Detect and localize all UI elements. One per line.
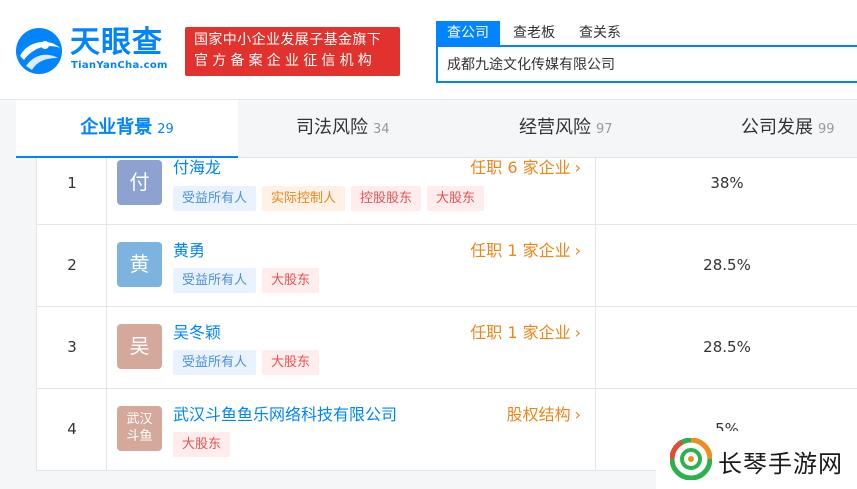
index-cell: 4 [37, 389, 107, 470]
logo-eye-icon [16, 28, 62, 74]
tag-major-shareholder: 大股东 [262, 268, 320, 293]
search-input[interactable] [438, 47, 857, 81]
share-percent: 28.5% [703, 338, 751, 356]
tag-beneficial-owner: 受益所有人 [173, 186, 257, 211]
tag-major-shareholder: 大股东 [427, 186, 485, 211]
holder-positions-link[interactable]: 任职 1 家企业 › [470, 237, 581, 261]
tab-operating-risk[interactable]: 经营风险 97 [519, 100, 613, 158]
row-index: 1 [67, 174, 77, 192]
tab-label: 企业背景 [80, 117, 153, 138]
avatar-line-1: 武汉 [126, 412, 153, 427]
search-tab-company[interactable]: 查公司 [436, 21, 500, 45]
share-percent: 28.5% [703, 256, 751, 274]
tab-company-development[interactable]: 公司发展 99 [741, 100, 835, 158]
holder-positions-link[interactable]: 任职 6 家企业 › [470, 154, 581, 178]
tab-judicial-risk[interactable]: 司法风险 34 [296, 100, 390, 158]
index-cell: 2 [37, 225, 107, 306]
chevron-right-icon: › [574, 241, 581, 260]
percent-cell: 28.5% [596, 307, 857, 388]
tab-count: 29 [157, 122, 174, 137]
main-tabs: 企业背景 29 司法风险 34 经营风险 97 公司发展 99 [16, 100, 857, 158]
tab-label: 司法风险 [296, 117, 368, 138]
search-box [436, 45, 857, 83]
holder-cell: 吴 吴冬颖 任职 1 家企业 › 受益所有人 大股东 [107, 307, 596, 388]
slogan-badge: 国家中小企业发展子基金旗下 官方备案企业征信机构 [185, 27, 400, 76]
tag-list: 受益所有人 大股东 [173, 350, 325, 375]
company-logo-avatar[interactable]: 武汉 斗鱼 [117, 406, 162, 451]
table-row: 1 付 付海龙 任职 6 家企业 › 受益所有人 实际控制人 控股股东 大股东 3… [37, 158, 857, 225]
avatar[interactable]: 黄 [117, 242, 162, 287]
tag-major-shareholder: 大股东 [173, 432, 231, 457]
link-label: 股权结构 [506, 405, 571, 424]
holder-name[interactable]: 吴冬颖 [173, 319, 221, 343]
tag-list: 大股东 [173, 432, 236, 457]
row-index: 4 [67, 420, 77, 438]
row-index: 3 [67, 338, 77, 356]
percent-cell: 38% [596, 158, 857, 224]
slogan-line-2: 官方备案企业征信机构 [194, 53, 376, 69]
holder-cell: 武汉 斗鱼 武汉斗鱼鱼乐网络科技有限公司 股权结构 › 大股东 [107, 389, 596, 470]
holder-cell: 付 付海龙 任职 6 家企业 › 受益所有人 实际控制人 控股股东 大股东 [107, 158, 596, 224]
logo-name: 天眼查 [70, 25, 163, 60]
index-cell: 3 [37, 307, 107, 388]
search-tab-relation[interactable]: 查关系 [568, 21, 632, 45]
watermark-logo-icon [670, 438, 712, 480]
share-percent: 38% [710, 174, 744, 192]
holder-positions-link[interactable]: 任职 1 家企业 › [470, 319, 581, 343]
tab-count: 97 [596, 122, 613, 137]
row-index: 2 [67, 256, 77, 274]
tag-list: 受益所有人 大股东 [173, 268, 325, 293]
tab-company-background[interactable]: 企业背景 29 [16, 100, 238, 158]
avatar[interactable]: 吴 [117, 324, 162, 369]
tag-actual-controller: 实际控制人 [262, 186, 346, 211]
search-tab-boss[interactable]: 查老板 [502, 21, 566, 45]
percent-cell: 28.5% [596, 225, 857, 306]
tab-label: 公司发展 [741, 117, 813, 138]
link-label: 任职 1 家企业 [470, 323, 571, 342]
index-cell: 1 [37, 158, 107, 224]
tag-major-shareholder: 大股东 [262, 350, 320, 375]
slogan-line-1: 国家中小企业发展子基金旗下 [194, 32, 382, 48]
chevron-right-icon: › [574, 405, 581, 424]
holder-cell: 黄 黄勇 任职 1 家企业 › 受益所有人 大股东 [107, 225, 596, 306]
tab-label: 经营风险 [519, 117, 591, 138]
tag-beneficial-owner: 受益所有人 [173, 350, 257, 375]
site-watermark: 长琴手游网 [656, 431, 857, 489]
watermark-text: 长琴手游网 [718, 450, 843, 478]
search-tabs: 查公司 查老板 查关系 [436, 21, 634, 45]
tag-list: 受益所有人 实际控制人 控股股东 大股东 [173, 186, 490, 211]
avatar-line-2: 斗鱼 [126, 429, 153, 444]
holder-name[interactable]: 武汉斗鱼鱼乐网络科技有限公司 [173, 401, 397, 425]
table-row: 3 吴 吴冬颖 任职 1 家企业 › 受益所有人 大股东 28.5% [37, 307, 857, 389]
chevron-right-icon: › [574, 323, 581, 342]
tag-beneficial-owner: 受益所有人 [173, 268, 257, 293]
equity-structure-link[interactable]: 股权结构 › [507, 401, 581, 425]
link-label: 任职 1 家企业 [470, 241, 571, 260]
avatar[interactable]: 付 [117, 160, 162, 205]
tag-controlling-shareholder: 控股股东 [351, 186, 422, 211]
shareholder-table: 1 付 付海龙 任职 6 家企业 › 受益所有人 实际控制人 控股股东 大股东 3… [36, 158, 857, 471]
table-row: 2 黄 黄勇 任职 1 家企业 › 受益所有人 大股东 28.5% [37, 225, 857, 307]
logo-domain: TianYanCha.com [71, 60, 168, 71]
link-label: 任职 6 家企业 [470, 158, 571, 177]
holder-name[interactable]: 付海龙 [173, 154, 221, 178]
tianyancha-logo[interactable]: 天眼查 TianYanCha.com [14, 24, 179, 76]
tab-count: 34 [373, 122, 390, 137]
tab-count: 99 [818, 122, 835, 137]
chevron-right-icon: › [574, 158, 581, 177]
site-header: 天眼查 TianYanCha.com 国家中小企业发展子基金旗下 官方备案企业征… [0, 0, 857, 100]
holder-name[interactable]: 黄勇 [173, 237, 205, 261]
